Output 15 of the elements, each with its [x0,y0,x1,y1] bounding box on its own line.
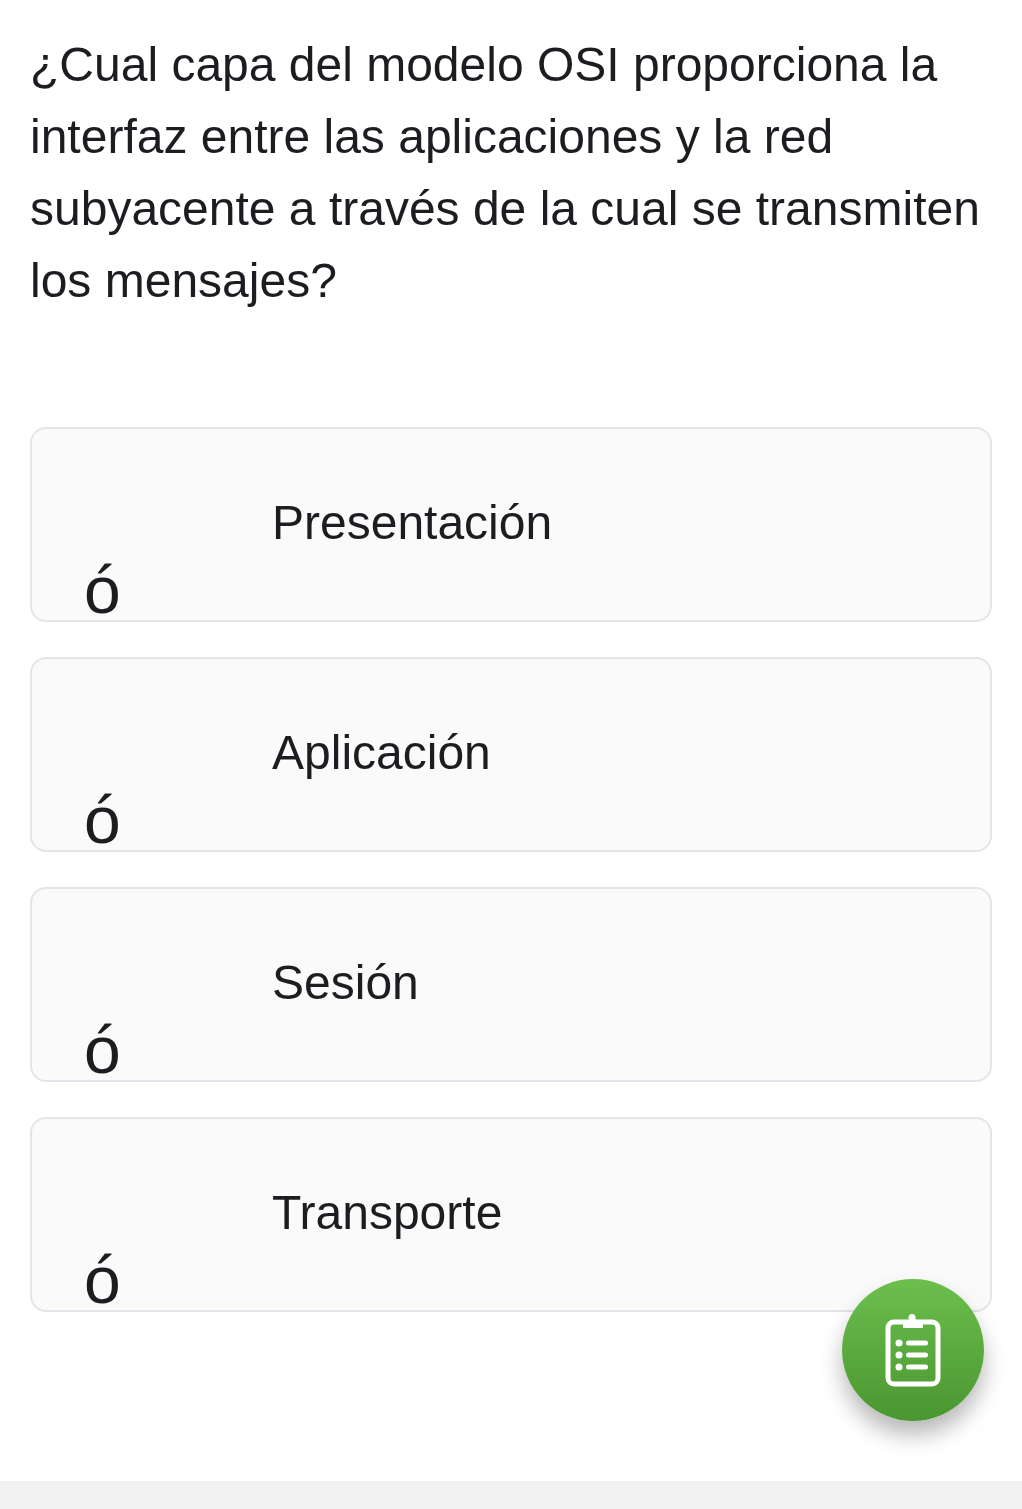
clipboard-list-icon [885,1313,941,1387]
floating-action-button[interactable] [842,1279,984,1421]
answer-option[interactable]: Aplicación ó [30,657,992,852]
answer-option[interactable]: Sesión ó [30,887,992,1082]
option-label: Transporte [272,1187,503,1239]
answer-option[interactable]: Presentación ó [30,427,992,622]
question-text: ¿Cual capa del modelo OSI proporciona la interfaz entre las aplicaciones y la red subyacente a través de la cual se transmiten los mensajes? [30,37,981,309]
option-marker: ó [84,790,121,850]
option-label: Presentación [272,497,553,549]
option-marker: ó [84,560,121,620]
option-marker: ó [84,1250,121,1310]
answer-option[interactable]: Transporte ó [30,1117,992,1312]
option-label: Sesión [272,957,419,1009]
option-label: Aplicación [272,727,491,779]
option-marker: ó [84,1020,121,1080]
